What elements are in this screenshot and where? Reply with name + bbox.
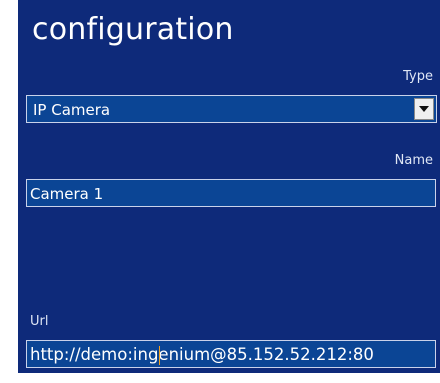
url-input[interactable]: http://demo:ingenium@85.152.52.212:80 <box>26 340 436 368</box>
configuration-panel: configuration Type IP Camera Name Camera… <box>18 0 440 373</box>
text-caret <box>159 346 160 365</box>
url-input-value: http://demo:ingenium@85.152.52.212:80 <box>30 345 374 364</box>
panel-title: configuration <box>32 12 234 47</box>
chevron-down-icon <box>419 106 429 112</box>
url-label: Url <box>30 314 49 329</box>
type-select[interactable]: IP Camera <box>26 95 437 123</box>
type-select-value: IP Camera <box>33 101 111 119</box>
dropdown-button[interactable] <box>414 98 434 120</box>
type-label: Type <box>403 69 433 84</box>
name-label: Name <box>394 153 433 168</box>
name-input[interactable]: Camera 1 <box>26 179 436 207</box>
name-input-value: Camera 1 <box>30 185 104 203</box>
